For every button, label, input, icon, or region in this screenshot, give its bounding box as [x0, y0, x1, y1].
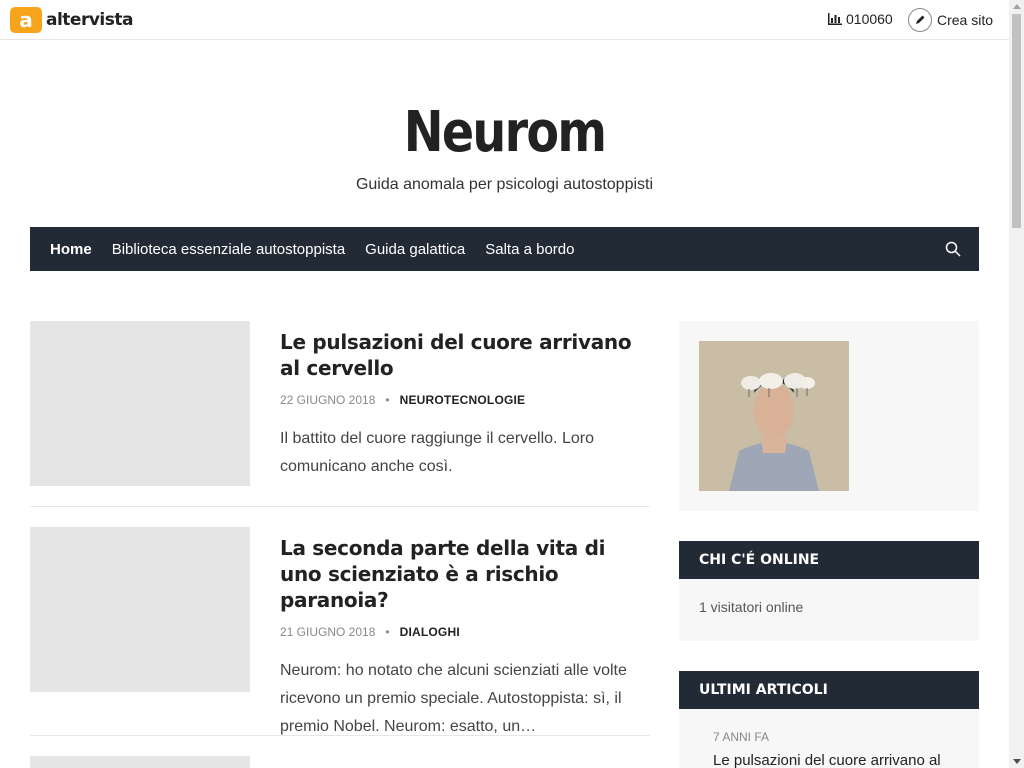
post-divider — [30, 735, 650, 736]
post-excerpt: Il battito del cuore raggiunge il cervel… — [280, 430, 594, 475]
main-nav: Home Biblioteca essenziale autostoppista… — [30, 227, 979, 271]
nav-item-biblioteca[interactable]: Biblioteca essenziale autostoppista — [112, 241, 345, 258]
recent-posts-widget: ULTIMI ARTICOLI 7 ANNI FA Le pulsazioni … — [679, 671, 979, 768]
recent-post-title[interactable]: Le pulsazioni del cuore arrivano al cerv… — [713, 751, 963, 768]
post-category[interactable]: NEUROTECNOLOGIE — [400, 393, 526, 407]
stats-counter[interactable]: 010060 — [828, 11, 893, 27]
search-icon[interactable] — [945, 241, 961, 257]
nav-item-home[interactable]: Home — [50, 241, 92, 258]
scrollbar-thumb[interactable] — [1012, 14, 1021, 228]
create-site-label: Crea sito — [937, 12, 994, 28]
online-widget: CHI C'É ONLINE 1 visitatori online — [679, 541, 979, 641]
post-category[interactable]: DIALOGHI — [400, 625, 460, 639]
meta-separator: • — [385, 625, 390, 639]
recent-post-time: 7 ANNI FA — [713, 730, 770, 744]
post-thumbnail[interactable] — [30, 527, 250, 692]
nav-item-salta-a-bordo[interactable]: Salta a bordo — [485, 241, 574, 258]
post-date: 22 GIUGNO 2018 — [280, 393, 376, 407]
stats-count: 010060 — [846, 11, 893, 27]
post-divider — [30, 506, 650, 507]
post-title[interactable]: Le pulsazioni del cuore arrivano al cerv… — [280, 329, 650, 381]
nav-item-guida-galattica[interactable]: Guida galattica — [365, 241, 465, 258]
altervista-logo-icon: a — [10, 7, 42, 33]
create-site-button[interactable]: Crea sito — [908, 8, 993, 32]
scrollbar[interactable] — [1009, 0, 1024, 768]
brand-letter: a — [19, 8, 33, 32]
post-excerpt: Neurom: ho notato che alcuni scienziati … — [280, 662, 627, 735]
image-widget — [679, 321, 979, 511]
meta-separator: • — [385, 393, 390, 407]
widget-heading: CHI C'É ONLINE — [679, 541, 979, 579]
post-meta: 22 GIUGNO 2018 • NEUROTECNOLOGIE — [280, 393, 650, 407]
post-title[interactable]: La seconda parte della vita di uno scien… — [280, 535, 650, 613]
altervista-logo[interactable]: a altervista — [10, 7, 133, 33]
scroll-up-arrow-icon[interactable] — [1013, 4, 1021, 9]
site-tagline: Guida anomala per psicologi autostoppist… — [355, 176, 654, 193]
site-title[interactable]: Neurom — [76, 100, 934, 165]
post-thumbnail[interactable] — [30, 756, 250, 768]
post-thumbnail[interactable] — [30, 321, 250, 486]
scroll-down-arrow-icon[interactable] — [1013, 759, 1021, 764]
post-meta: 21 GIUGNO 2018 • DIALOGHI — [280, 625, 650, 639]
pencil-icon — [908, 8, 932, 32]
post-item: La seconda parte della vita di uno scien… — [30, 527, 650, 735]
bar-chart-icon — [828, 13, 842, 25]
post-date: 21 GIUGNO 2018 — [280, 625, 376, 639]
widget-heading: ULTIMI ARTICOLI — [679, 671, 979, 709]
online-count: 1 visitatori online — [699, 599, 804, 615]
brand-name: altervista — [46, 10, 133, 30]
post-item: Le pulsazioni del cuore arrivano al cerv… — [30, 321, 650, 507]
top-bar: a altervista 010060 Crea sito — [0, 0, 1009, 40]
profile-image[interactable] — [699, 341, 849, 491]
